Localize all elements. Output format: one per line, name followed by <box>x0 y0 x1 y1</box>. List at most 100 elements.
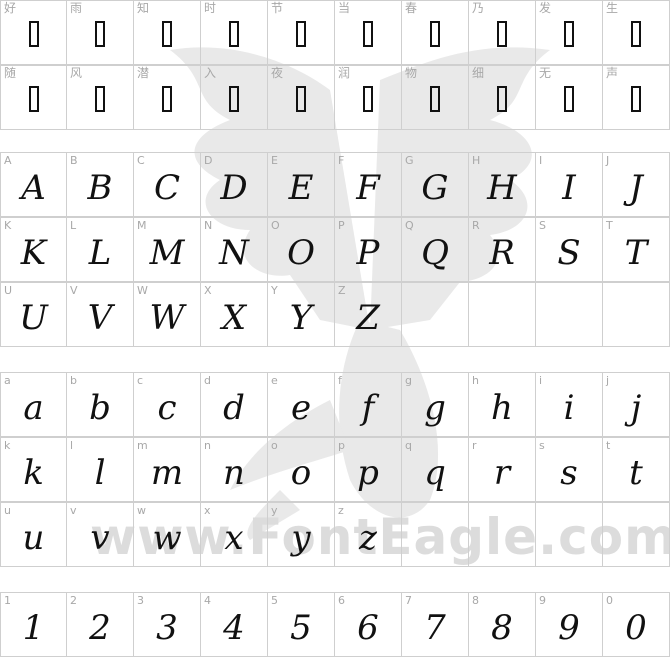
glyph-cell: 雨 <box>67 0 134 65</box>
cjk-sample-section: 好 雨 知 时 节 当 春 乃 发 生随 风 潜 入 夜 润 物 细 无 声 <box>0 0 670 130</box>
glyph-sample: Q <box>421 233 449 273</box>
glyph-cell: TT <box>603 217 670 282</box>
digits-grid: 11223344556677889900 <box>0 592 670 657</box>
missing-glyph-box-icon <box>95 21 105 47</box>
glyph-cell: 夜 <box>268 65 335 130</box>
missing-glyph-box-icon <box>296 86 306 112</box>
missing-glyph-box-icon <box>28 86 39 112</box>
glyph-sample: N <box>219 233 249 273</box>
glyph-sample: C <box>153 168 180 208</box>
glyph-cell: rr <box>469 437 536 502</box>
glyph-sample: d <box>223 388 245 428</box>
glyph-cell: 春 <box>402 0 469 65</box>
glyph-cell <box>536 502 603 567</box>
missing-glyph-box-icon <box>430 21 440 47</box>
missing-glyph-box-icon <box>497 21 507 47</box>
glyph-cell: PP <box>335 217 402 282</box>
glyph-cell: WW <box>134 282 201 347</box>
glyph-cell: 11 <box>0 592 67 657</box>
glyph-sample: V <box>87 298 113 338</box>
glyph-sample: h <box>491 388 513 428</box>
glyph-cell: ff <box>335 372 402 437</box>
glyph-cell: OO <box>268 217 335 282</box>
glyph-cell: XX <box>201 282 268 347</box>
glyph-sample: M <box>149 233 185 273</box>
glyph-label: 润 <box>338 66 351 80</box>
glyph-cell: oo <box>268 437 335 502</box>
glyph-cell: 当 <box>335 0 402 65</box>
glyph-sample: A <box>21 168 46 208</box>
glyph-cell <box>402 282 469 347</box>
glyph-cell: 入 <box>201 65 268 130</box>
glyph-cell: ee <box>268 372 335 437</box>
missing-glyph-box-icon <box>631 21 641 47</box>
glyph-label: 入 <box>204 66 217 80</box>
missing-glyph-box-icon <box>363 21 373 47</box>
glyph-sample: 9 <box>558 608 580 648</box>
glyph-cell: FF <box>335 152 402 217</box>
glyph-cell: 随 <box>0 65 67 130</box>
glyph-label: 当 <box>338 1 351 15</box>
glyph-sample: b <box>89 388 111 428</box>
glyph-sample: r <box>493 453 511 493</box>
glyph-label: 夜 <box>271 66 284 80</box>
glyph-cell: AA <box>0 152 67 217</box>
glyph-cell: NN <box>201 217 268 282</box>
glyph-sample: W <box>149 298 185 338</box>
glyph-sample: L <box>88 233 112 273</box>
glyph-cell: zz <box>335 502 402 567</box>
glyph-sample: 7 <box>424 608 446 648</box>
glyph-label: 物 <box>405 66 418 80</box>
glyph-label: 好 <box>4 1 17 15</box>
glyph-cell: bb <box>67 372 134 437</box>
glyph-sample: 8 <box>491 608 513 648</box>
glyph-cell: 发 <box>536 0 603 65</box>
glyph-cell: GG <box>402 152 469 217</box>
glyph-cell: nn <box>201 437 268 502</box>
glyph-sample: u <box>22 518 45 558</box>
missing-glyph-box-icon <box>95 86 105 112</box>
glyph-cell: YY <box>268 282 335 347</box>
glyph-sample: q <box>424 453 446 493</box>
glyph-label: 发 <box>539 1 552 15</box>
glyph-sample: m <box>150 453 184 493</box>
glyph-sample: k <box>23 453 44 493</box>
glyph-cell: 88 <box>469 592 536 657</box>
glyph-cell: mm <box>134 437 201 502</box>
lowercase-grid: aabbccddeeffgghhiijj kkllmmnnooppqqrrsstt… <box>0 372 670 567</box>
glyph-cell: ww <box>134 502 201 567</box>
glyph-cell: 66 <box>335 592 402 657</box>
glyph-cell: 风 <box>67 65 134 130</box>
glyph-cell: 细 <box>469 65 536 130</box>
lowercase-section: aabbccddeeffgghhiijj kkllmmnnooppqqrrsstt… <box>0 372 670 567</box>
glyph-cell: 知 <box>134 0 201 65</box>
glyph-sample: w <box>152 518 182 558</box>
glyph-cell: ss <box>536 437 603 502</box>
glyph-sample: Z <box>356 298 380 338</box>
glyph-sample: E <box>288 168 314 208</box>
glyph-label: 时 <box>204 1 217 15</box>
glyph-cell: tt <box>603 437 670 502</box>
glyph-sample: 4 <box>223 608 245 648</box>
glyph-cell: 33 <box>134 592 201 657</box>
glyph-cell: 潜 <box>134 65 201 130</box>
glyph-sample: D <box>220 168 248 208</box>
missing-glyph-box-icon <box>363 86 373 112</box>
glyph-sample: X <box>221 298 247 338</box>
glyph-sample: n <box>223 453 245 493</box>
glyph-cell: 22 <box>67 592 134 657</box>
glyph-cell <box>469 282 536 347</box>
missing-glyph-box-icon <box>296 21 306 47</box>
glyph-cell: kk <box>0 437 67 502</box>
glyph-cell: yy <box>268 502 335 567</box>
glyph-sample: 0 <box>625 608 647 648</box>
glyph-cell: 55 <box>268 592 335 657</box>
digits-section: 11223344556677889900 <box>0 592 670 657</box>
glyph-sample: 1 <box>22 608 45 648</box>
glyph-label: 乃 <box>472 1 485 15</box>
glyph-cell: 声 <box>603 65 670 130</box>
glyph-cell: DD <box>201 152 268 217</box>
glyph-cell: MM <box>134 217 201 282</box>
glyph-sample: p <box>357 453 379 493</box>
glyph-sample: f <box>361 388 375 428</box>
